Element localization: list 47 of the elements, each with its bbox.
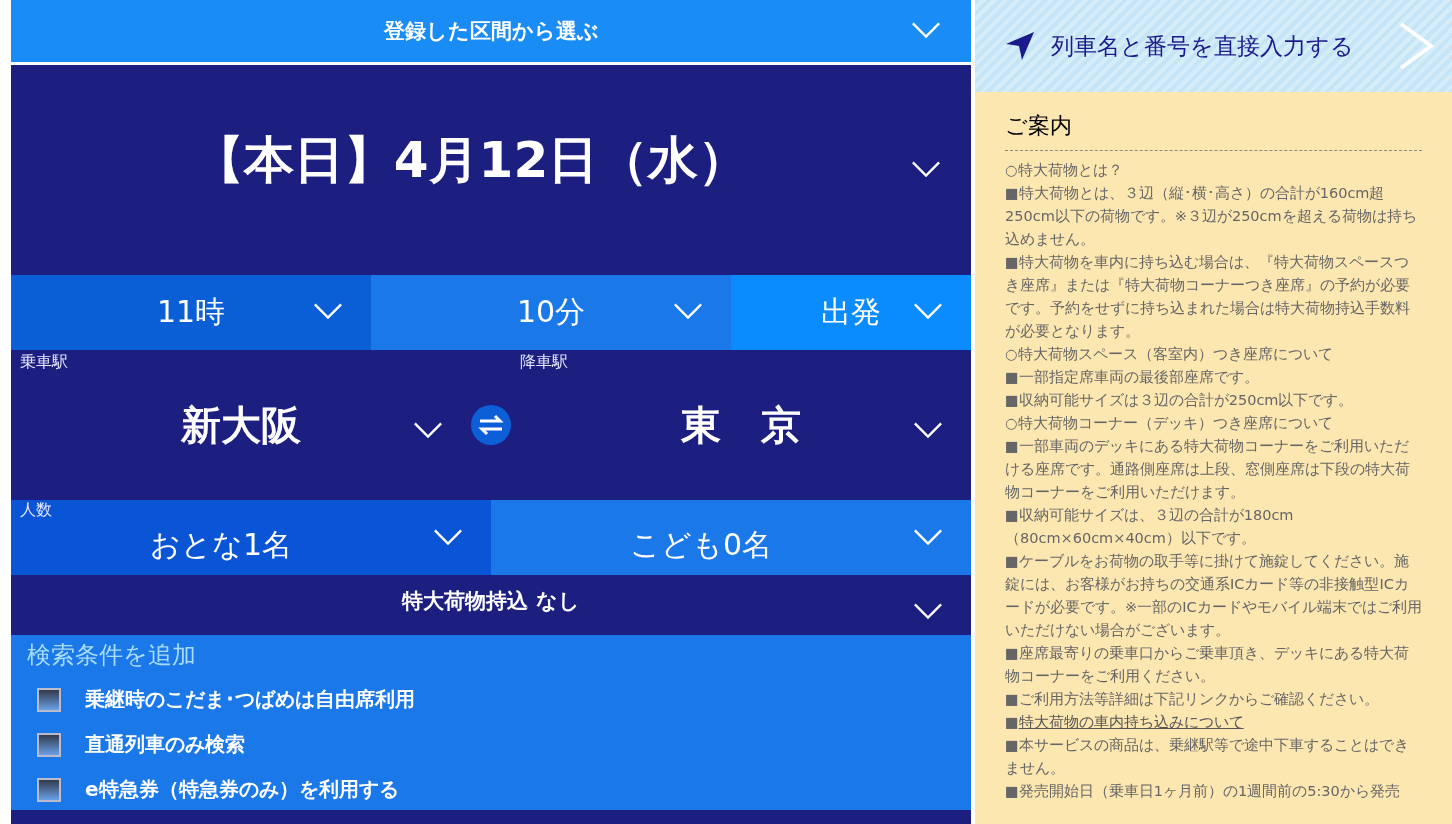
info-text: ■ケーブルをお荷物の取手等に掛けて施錠してください。施錠には、お客様がお持ちの交通系ICカード等の非接触型ICカードが必要です。※一部のICカードやモバイル端末ではご利用いただけない場合がございます。 bbox=[1005, 552, 1422, 640]
navigation-arrow-icon bbox=[1005, 31, 1035, 61]
direct-entry-link[interactable]: 列車名と番号を直接入力する bbox=[975, 0, 1452, 92]
chevron-down-icon bbox=[413, 420, 443, 440]
chevron-down-icon bbox=[911, 159, 941, 179]
minute-selector[interactable]: 10分 bbox=[371, 275, 731, 350]
options-title: 検索条件を追加 bbox=[27, 640, 197, 671]
info-title: ご案内 bbox=[1005, 110, 1422, 151]
info-link[interactable]: 特大荷物の車内持ち込みについて bbox=[1018, 714, 1244, 730]
info-text: ■収納可能サイズは、３辺の合計が180cm（80cm×60cm×40cm）以下です。 bbox=[1005, 506, 1295, 548]
info-text: ■特大荷物を車内に持ち込む場合は、『特大荷物スペースつき座席』または『特大荷物コーナーつき座席』の予約が必要です。予約をせずに持ち込まれた場合は特大荷物持込手数料が必要となります。 bbox=[1005, 253, 1411, 341]
info-text: ○特大荷物とは？ bbox=[1005, 161, 1124, 180]
info-text: ■特大荷物とは、３辺（縦･横･高さ）の合計が160cm超250cm以下の荷物です。※３辺が250cmを超える荷物は持ち込めません。 bbox=[1005, 184, 1418, 249]
chevron-down-icon bbox=[913, 420, 943, 440]
option-label[interactable]: 直通列車のみ検索 bbox=[85, 731, 245, 758]
chevron-down-icon bbox=[673, 301, 703, 321]
baggage-selector[interactable]: 特大荷物持込 なし bbox=[11, 575, 971, 635]
arrival-station-selector[interactable]: 降車駅 東 京 bbox=[511, 350, 971, 500]
checkbox[interactable] bbox=[37, 687, 61, 712]
chevron-down-icon bbox=[913, 601, 943, 621]
info-text: ■座席最寄りの乗車口からご乗車頂き、デッキにある特大荷物コーナーをご利用ください。 bbox=[1005, 644, 1410, 686]
checkbox[interactable] bbox=[37, 732, 61, 757]
info-text: ■発売開始日（乗車日1ヶ月前）の1週間前の5:30から発売 bbox=[1005, 782, 1401, 801]
bullet-marker: ■ bbox=[1005, 714, 1019, 730]
option-label[interactable]: e特急券（特急券のみ）を利用する bbox=[85, 776, 399, 803]
info-text: ■収納可能サイズは３辺の合計が250cm以下です。 bbox=[1005, 391, 1355, 410]
info-text: ■ご利用方法等詳細は下記リンクからご確認ください。 bbox=[1005, 690, 1380, 709]
adults-selector[interactable]: 人数 おとな1名 bbox=[11, 500, 491, 575]
chevron-down-icon bbox=[313, 301, 343, 321]
option-label[interactable]: 乗継時のこだま･つばめは自由席利用 bbox=[85, 686, 415, 713]
swap-icon[interactable] bbox=[471, 405, 511, 445]
chevron-down-icon bbox=[913, 301, 943, 321]
info-text: ■本サービスの商品は、乗継駅等で途中下車することはできません。 bbox=[1005, 736, 1410, 778]
checkbox[interactable] bbox=[37, 777, 61, 802]
departure-station-selector[interactable]: 乗車駅 新大阪 bbox=[11, 350, 471, 500]
chevron-down-icon bbox=[913, 527, 943, 547]
info-text: ■一部車両のデッキにある特大荷物コーナーをご利用いただける座席です。通路側座席は上段、窓側座席は下段の特大荷物コーナーをご利用いただけます。 bbox=[1005, 437, 1411, 502]
hour-selector[interactable]: 11時 bbox=[11, 275, 371, 350]
info-text: ■一部指定席車両の最後部座席です。 bbox=[1005, 368, 1260, 387]
chevron-down-icon bbox=[433, 527, 463, 547]
route-selector[interactable]: 登録した区間から選ぶ bbox=[11, 0, 971, 65]
departure-arrival-selector[interactable]: 出発 bbox=[731, 275, 971, 350]
children-selector[interactable]: こども0名 bbox=[491, 500, 971, 575]
chevron-down-icon bbox=[911, 20, 941, 40]
info-text: ○特大荷物スペース（客室内）つき座席について bbox=[1005, 345, 1334, 364]
date-selector[interactable]: 【本日】4月12日（水） bbox=[11, 65, 971, 275]
info-text: ○特大荷物コーナー（デッキ）つき座席について bbox=[1005, 414, 1334, 433]
